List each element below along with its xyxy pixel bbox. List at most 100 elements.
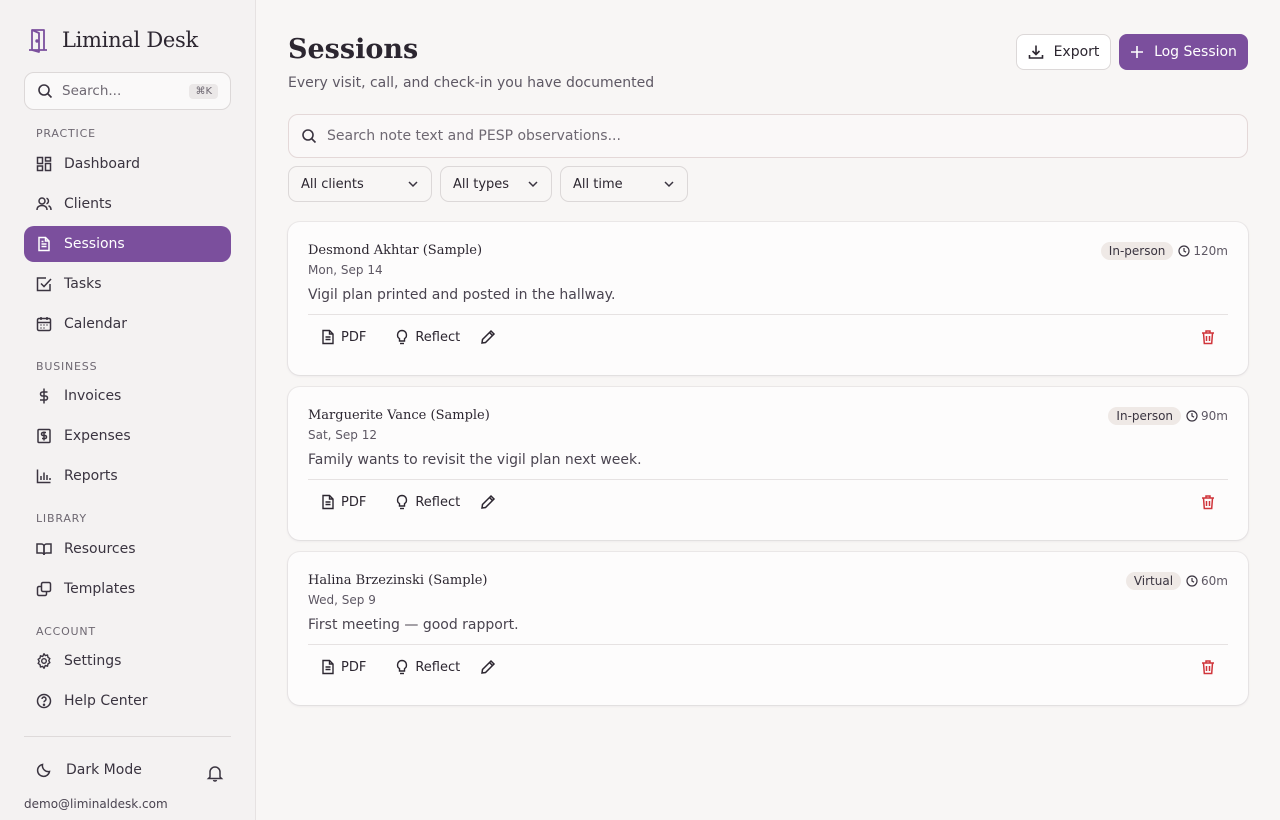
- client-filter-select[interactable]: All clients: [288, 166, 432, 202]
- clock-icon: [1178, 245, 1191, 257]
- session-meta: Virtual 60m: [1125, 572, 1228, 590]
- sidebar-item-expenses[interactable]: Expenses: [24, 418, 231, 454]
- section-business: BUSINESS: [36, 360, 98, 373]
- session-type-badge: In-person: [1100, 242, 1174, 260]
- time-filter-select[interactable]: All time: [560, 166, 688, 202]
- sidebar-divider: [24, 736, 231, 737]
- lightbulb-icon: [397, 494, 408, 510]
- sidebar: Liminal Desk Search... ⌘K PRACTICE Dashb…: [0, 0, 256, 820]
- edit-button[interactable]: [480, 329, 496, 345]
- sidebar-item-templates[interactable]: Templates: [24, 571, 231, 607]
- pencil-icon: [481, 329, 496, 344]
- session-actions: PDF Reflect: [320, 327, 496, 347]
- session-card[interactable]: Desmond Akhtar (Sample) Mon, Sep 14 In-p…: [288, 222, 1248, 375]
- plus-icon: [1131, 46, 1144, 58]
- sidebar-item-label: Tasks: [64, 276, 102, 292]
- dollar-icon: [39, 388, 49, 404]
- sidebar-item-help[interactable]: Help Center: [24, 683, 231, 719]
- trash-icon[interactable]: [1200, 494, 1216, 510]
- session-type-badge: Virtual: [1125, 572, 1182, 590]
- card-divider: [308, 644, 1228, 645]
- sidebar-item-label: Clients: [64, 196, 112, 212]
- session-actions: PDF Reflect: [320, 492, 496, 512]
- sidebar-item-sessions[interactable]: Sessions: [24, 226, 231, 262]
- session-card[interactable]: Halina Brzezinski (Sample) Wed, Sep 9 Vi…: [288, 552, 1248, 705]
- section-account: ACCOUNT: [36, 625, 96, 638]
- pencil-icon: [481, 659, 496, 674]
- log-session-label: Log Session: [1154, 44, 1237, 60]
- clock-icon: [1186, 575, 1198, 587]
- reflect-button[interactable]: Reflect: [394, 494, 460, 510]
- sidebar-item-label: Reports: [64, 468, 118, 484]
- receipt-icon: [37, 428, 51, 444]
- sidebar-item-resources[interactable]: Resources: [24, 531, 231, 567]
- users-icon: [36, 197, 52, 211]
- trash-icon[interactable]: [1200, 329, 1216, 345]
- session-date: Mon, Sep 14: [308, 263, 383, 277]
- session-duration: 120m: [1178, 244, 1228, 258]
- session-actions: PDF Reflect: [320, 657, 496, 677]
- document-icon: [38, 236, 50, 252]
- session-date: Wed, Sep 9: [308, 593, 376, 607]
- sidebar-item-clients[interactable]: Clients: [24, 186, 231, 222]
- type-filter-select[interactable]: All types: [440, 166, 552, 202]
- reflect-button[interactable]: Reflect: [394, 659, 460, 675]
- session-date: Sat, Sep 12: [308, 428, 378, 442]
- search-shortcut-badge: ⌘K: [189, 83, 218, 99]
- moon-icon: [36, 763, 51, 778]
- checkbox-icon: [36, 277, 52, 292]
- pencil-icon: [481, 494, 496, 509]
- session-meta: In-person 90m: [1108, 407, 1228, 425]
- sidebar-item-label: Templates: [64, 581, 136, 597]
- grid-icon: [36, 156, 52, 172]
- export-button[interactable]: Export: [1016, 34, 1111, 70]
- session-duration: 90m: [1186, 409, 1228, 423]
- session-card[interactable]: Marguerite Vance (Sample) Sat, Sep 12 In…: [288, 387, 1248, 540]
- lightbulb-icon: [397, 329, 408, 345]
- reflect-button[interactable]: Reflect: [394, 329, 460, 345]
- lightbulb-icon: [397, 659, 408, 675]
- app-name: Liminal Desk: [62, 28, 198, 52]
- sidebar-item-dashboard[interactable]: Dashboard: [24, 146, 231, 182]
- sidebar-item-label: Expenses: [64, 428, 131, 444]
- dark-mode-toggle[interactable]: Dark Mode: [36, 762, 142, 778]
- log-session-button[interactable]: Log Session: [1119, 34, 1248, 70]
- sidebar-item-invoices[interactable]: Invoices: [24, 378, 231, 414]
- clock-icon: [1186, 410, 1198, 422]
- trash-icon[interactable]: [1200, 659, 1216, 675]
- search-icon: [38, 84, 53, 99]
- reflect-label: Reflect: [415, 494, 461, 510]
- chevron-down-icon: [408, 181, 418, 188]
- sidebar-item-calendar[interactable]: Calendar: [24, 306, 231, 342]
- session-note: Family wants to revisit the vigil plan n…: [308, 452, 642, 468]
- file-icon: [322, 659, 334, 675]
- calendar-icon: [36, 317, 52, 332]
- bell-icon[interactable]: [206, 764, 224, 782]
- sidebar-item-reports[interactable]: Reports: [24, 458, 231, 494]
- type-filter-value: All types: [453, 176, 510, 192]
- chevron-down-icon: [664, 181, 674, 188]
- pdf-label: PDF: [341, 329, 367, 345]
- pdf-button[interactable]: PDF: [320, 329, 366, 345]
- edit-button[interactable]: [480, 494, 496, 510]
- pdf-button[interactable]: PDF: [320, 659, 366, 675]
- sidebar-search-placeholder: Search...: [62, 83, 122, 99]
- pdf-button[interactable]: PDF: [320, 494, 366, 510]
- sidebar-search[interactable]: Search... ⌘K: [24, 72, 231, 110]
- page-title: Sessions: [288, 34, 419, 65]
- edit-button[interactable]: [480, 659, 496, 675]
- section-library: LIBRARY: [36, 512, 87, 525]
- sidebar-item-label: Dashboard: [64, 156, 140, 172]
- sidebar-item-label: Resources: [64, 541, 136, 557]
- page-subtitle: Every visit, call, and check-in you have…: [288, 75, 655, 91]
- session-duration-value: 90m: [1201, 409, 1228, 423]
- app-logo[interactable]: Liminal Desk: [24, 26, 198, 54]
- card-divider: [308, 479, 1228, 480]
- sidebar-item-settings[interactable]: Settings: [24, 643, 231, 679]
- sidebar-item-label: Calendar: [64, 316, 127, 332]
- section-practice: PRACTICE: [36, 127, 96, 140]
- note-search-input[interactable]: Search note text and PESP observations..…: [288, 114, 1248, 158]
- sidebar-item-label: Help Center: [64, 693, 148, 709]
- session-duration-value: 60m: [1201, 574, 1228, 588]
- sidebar-item-tasks[interactable]: Tasks: [24, 266, 231, 302]
